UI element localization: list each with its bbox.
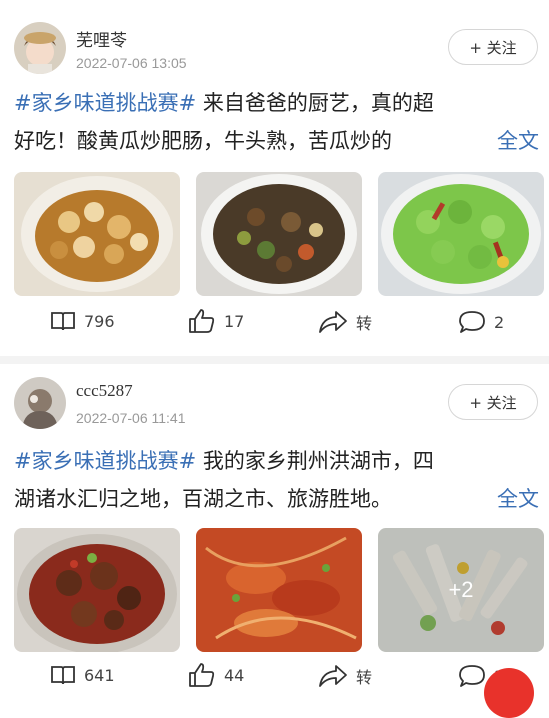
post-image-3[interactable] <box>378 172 544 296</box>
floating-action-badge[interactable] <box>484 668 534 718</box>
post-image-1[interactable] <box>14 172 180 296</box>
post-image-2[interactable] <box>196 172 362 296</box>
thumbs-up-icon <box>189 663 215 687</box>
post-text-line: 来自爸爸的厨艺，真的超 <box>196 91 434 115</box>
expand-full-text-link[interactable]: 全文 <box>491 480 539 518</box>
hashtag-link[interactable]: #家乡味道挑战赛# <box>14 91 196 115</box>
comment-count: 2 <box>494 312 505 332</box>
username[interactable]: ccc5287 <box>76 381 133 401</box>
share-arrow-icon <box>319 311 347 333</box>
follow-button[interactable]: + 关注 <box>448 29 538 65</box>
avatar[interactable] <box>14 22 66 74</box>
post-image-1[interactable] <box>14 528 180 652</box>
post-text-line: 湖诸水汇归之地，百湖之市、旅游胜地。 <box>14 487 392 511</box>
comment-bubble-icon <box>459 665 485 687</box>
post-text-line: 我的家乡荆州洪湖市，四 <box>196 449 434 473</box>
thumbs-up-icon <box>189 309 215 333</box>
repost-button[interactable]: 转 <box>318 664 372 688</box>
expand-full-text-link[interactable]: 全文 <box>491 122 539 160</box>
post-image-2[interactable] <box>196 528 362 652</box>
comment-button[interactable]: 2 <box>458 309 504 335</box>
repost-button[interactable]: 转 <box>318 310 372 334</box>
follow-button[interactable]: + 关注 <box>448 384 538 420</box>
hashtag-link[interactable]: #家乡味道挑战赛# <box>14 449 196 473</box>
read-count[interactable]: 796 <box>50 310 115 332</box>
post-card[interactable]: 芜哩苓 2022-07-06 13:05 + 关注 #家乡味道挑战赛# 来自爸爸… <box>0 0 549 360</box>
avatar[interactable] <box>14 377 66 429</box>
post-text[interactable]: #家乡味道挑战赛# 来自爸爸的厨艺，真的超 好吃！酸黄瓜炒肥肠，牛头熟，苦瓜炒的… <box>14 84 544 160</box>
post-text-line: 好吃！酸黄瓜炒肥肠，牛头熟，苦瓜炒的 <box>14 129 392 153</box>
post-text[interactable]: #家乡味道挑战赛# 我的家乡荆州洪湖市，四 湖诸水汇归之地，百湖之市、旅游胜地。… <box>14 442 544 518</box>
read-count[interactable]: 641 <box>50 664 115 686</box>
like-count: 44 <box>224 665 245 685</box>
like-count: 17 <box>224 311 245 331</box>
repost-label: 转 <box>356 668 373 687</box>
post-time: 2022-07-06 13:05 <box>76 55 187 71</box>
post-image-3[interactable]: +2 <box>378 528 544 652</box>
like-button[interactable]: 44 <box>188 662 244 688</box>
username[interactable]: 芜哩苓 <box>76 26 127 51</box>
comment-bubble-icon <box>459 311 485 333</box>
post-time: 2022-07-06 11:41 <box>76 410 186 426</box>
read-count-value: 641 <box>84 665 115 685</box>
more-images-count[interactable]: +2 <box>378 528 544 652</box>
post-card[interactable]: ccc5287 2022-07-06 11:41 + 关注 #家乡味道挑战赛# … <box>0 364 549 693</box>
repost-label: 转 <box>356 314 373 333</box>
share-arrow-icon <box>319 665 347 687</box>
book-icon <box>51 666 75 685</box>
post-divider <box>0 356 549 364</box>
read-count-value: 796 <box>84 311 115 331</box>
book-icon <box>51 312 75 331</box>
like-button[interactable]: 17 <box>188 308 244 334</box>
